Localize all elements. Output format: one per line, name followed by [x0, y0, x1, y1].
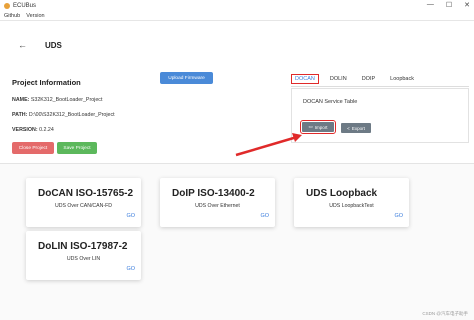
- tab-doip[interactable]: DOIP: [358, 74, 379, 84]
- save-project-button[interactable]: Save Project: [57, 142, 97, 154]
- tab-loopback[interactable]: Loopback: [386, 74, 418, 84]
- share-icon: <: [347, 125, 350, 131]
- card-subtitle: UDS Over LIN: [66, 256, 101, 262]
- card-doip[interactable]: DoIP ISO-13400-2 UDS Over Ethernet GO: [160, 178, 275, 227]
- upload-firmware-button[interactable]: Upload Firmware: [160, 72, 213, 84]
- app-name: ECUBus: [13, 2, 37, 9]
- export-label: Export: [351, 125, 365, 131]
- card-subtitle: UDS Over Ethernet: [195, 203, 240, 209]
- close-project-button[interactable]: Close Project: [12, 142, 54, 154]
- tab-docan[interactable]: DOCAN: [291, 74, 319, 84]
- card-dolin[interactable]: DoLIN ISO-17987-2 UDS Over LIN GO: [26, 231, 141, 280]
- import-icon: ▭: [308, 124, 313, 129]
- tab-divider: [291, 86, 469, 87]
- card-go-link[interactable]: GO: [394, 213, 403, 219]
- maximize-icon[interactable]: ☐: [446, 1, 452, 9]
- card-go-link[interactable]: GO: [126, 266, 135, 272]
- card-uds-loopback[interactable]: UDS Loopback UDS LoopbackTest GO: [294, 178, 409, 227]
- service-table-title: DOCAN Service Table: [303, 99, 358, 105]
- project-path-value: D:\00\S32K312_BootLoader_Project: [28, 112, 115, 118]
- watermark: CSDN @汽车电子助手: [422, 311, 468, 316]
- project-name-label: NAME:: [12, 97, 30, 103]
- card-go-link[interactable]: GO: [260, 213, 269, 219]
- card-subtitle: UDS Over CAN/CAN-FD: [54, 203, 113, 209]
- back-arrow-icon[interactable]: ←: [18, 40, 27, 50]
- card-title: DoCAN ISO-15765-2: [38, 188, 134, 199]
- project-info: Project Information NAME: S32K312_BootLo…: [12, 78, 212, 142]
- project-path-line: PATH: D:\00\S32K312_BootLoader_Project: [12, 112, 212, 118]
- tab-dolin[interactable]: DOLIN: [326, 74, 351, 84]
- window-controls: — ☐ ✕: [427, 1, 470, 9]
- export-button[interactable]: < Export: [341, 123, 371, 133]
- card-subtitle: UDS LoopbackTest: [329, 203, 374, 209]
- card-title: DoLIN ISO-17987-2: [38, 241, 128, 252]
- project-name-line: NAME: S32K312_BootLoader_Project: [12, 97, 212, 103]
- card-title: UDS Loopback: [306, 188, 378, 199]
- card-go-link[interactable]: GO: [126, 213, 135, 219]
- project-version-value: 0.2.24: [39, 127, 54, 133]
- page-header: ← UDS: [18, 38, 62, 52]
- protocol-tabs: DOCAN DOLIN DOIP Loopback: [291, 74, 425, 84]
- project-version-line: VERSION: 0.2.24: [12, 127, 212, 133]
- project-path-label: PATH:: [12, 112, 28, 118]
- card-title: DoIP ISO-13400-2: [172, 188, 255, 199]
- import-label: Import: [314, 124, 328, 130]
- menu-item-github[interactable]: Github: [4, 13, 20, 19]
- project-name-value: S32K312_BootLoader_Project: [30, 97, 103, 103]
- menu-item-version[interactable]: Version: [26, 13, 44, 19]
- import-button[interactable]: ▭ Import: [300, 120, 336, 134]
- title-bar: ECUBus — ☐ ✕: [0, 0, 474, 11]
- menu-bar: Github Version: [0, 11, 474, 21]
- service-table-panel: DOCAN Service Table ▭ Import < Export: [291, 88, 469, 143]
- close-icon[interactable]: ✕: [464, 1, 470, 9]
- minimize-icon[interactable]: —: [427, 1, 434, 9]
- page-title: UDS: [45, 40, 62, 50]
- project-version-label: VERSION:: [12, 127, 38, 133]
- card-docan[interactable]: DoCAN ISO-15765-2 UDS Over CAN/CAN-FD GO: [26, 178, 141, 227]
- app-logo-icon: [4, 2, 10, 9]
